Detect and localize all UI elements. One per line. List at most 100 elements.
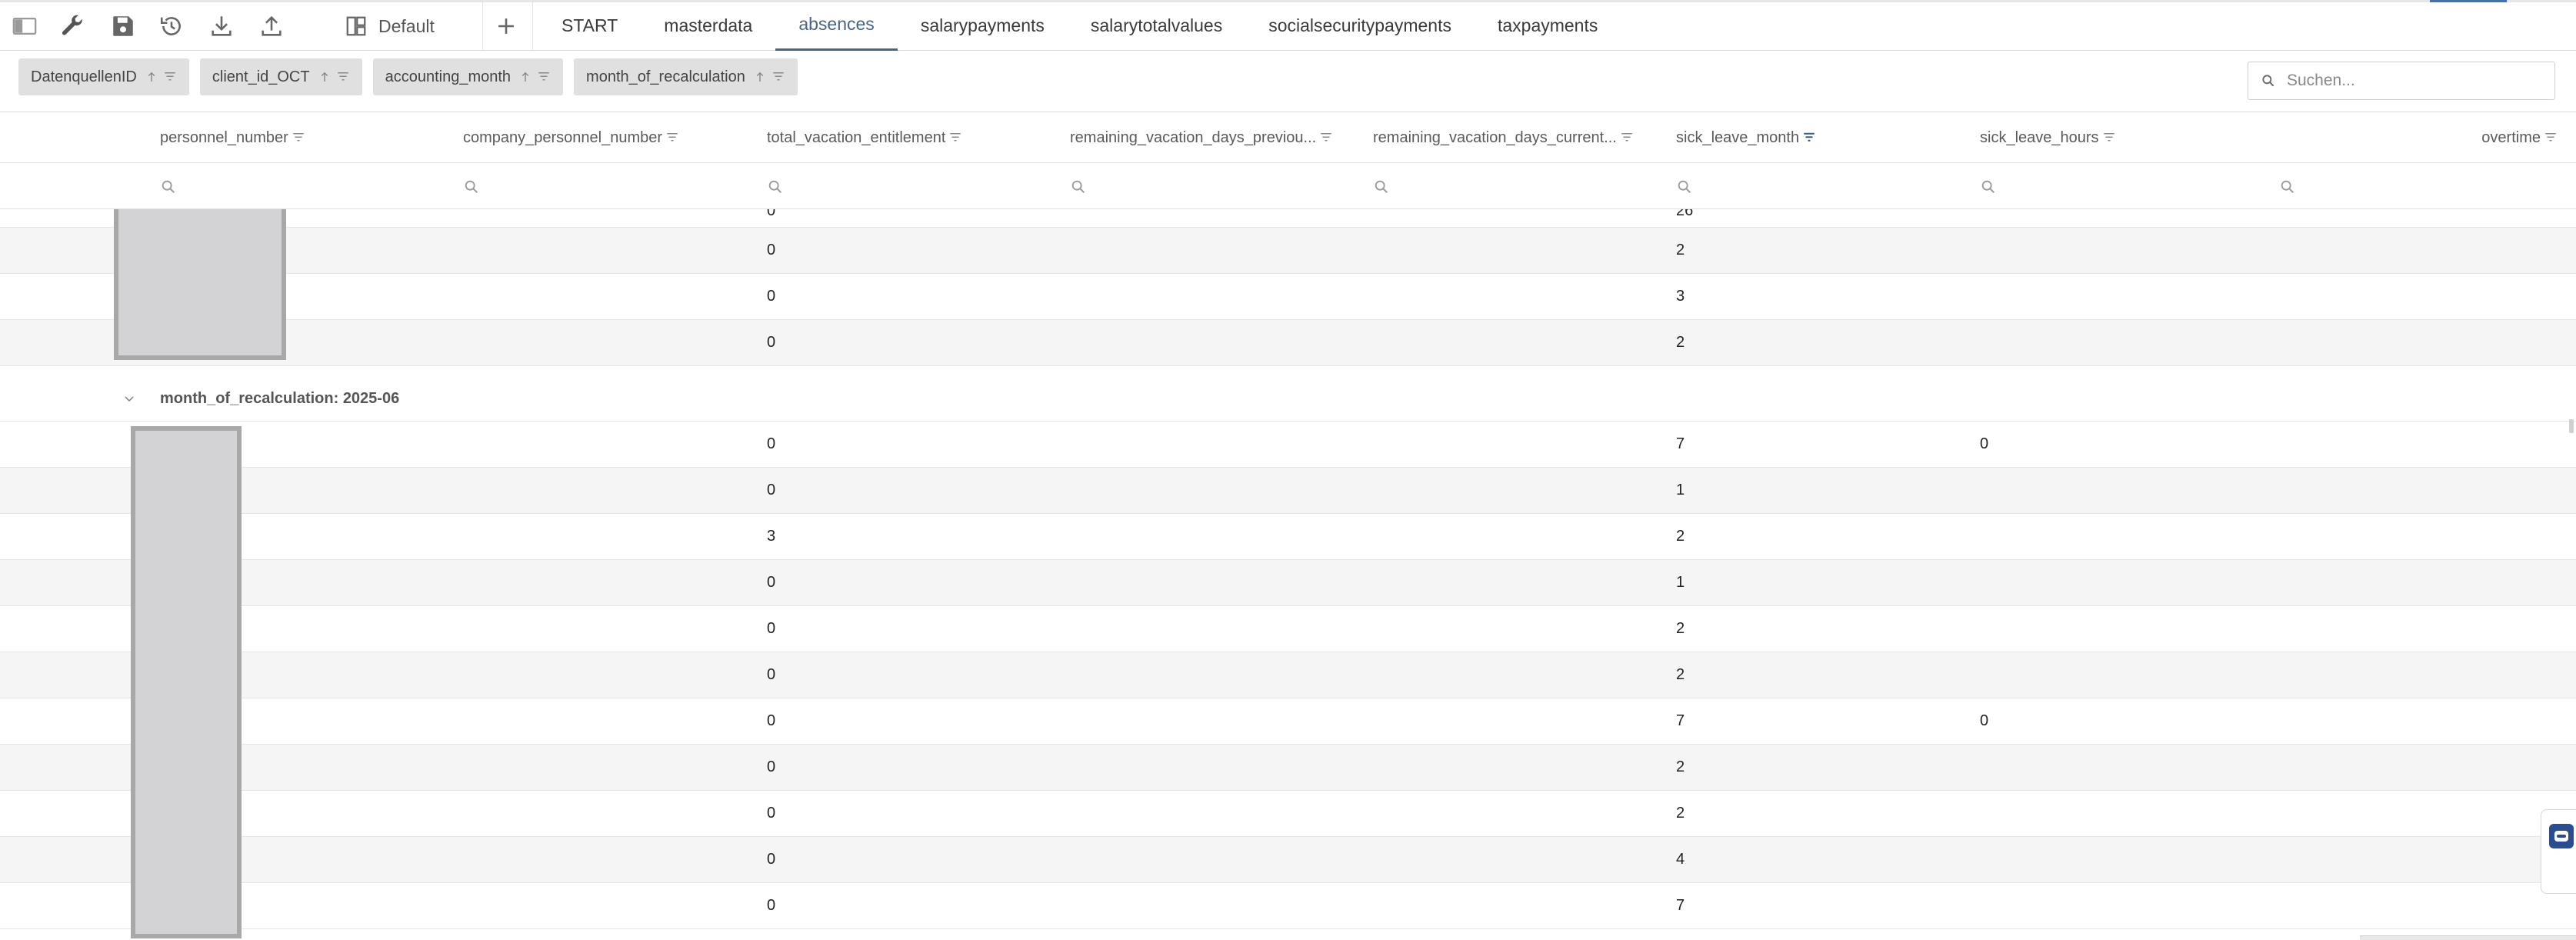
- column-filter-search[interactable]: [2279, 178, 2296, 195]
- layout-selector[interactable]: Default: [345, 11, 435, 42]
- search-icon: [2262, 75, 2274, 87]
- chat-icon[interactable]: [2549, 824, 2574, 848]
- cell-total-vacation-entitlement: 0: [767, 242, 776, 258]
- column-header-remaining-vacation-days-previous[interactable]: remaining_vacation_days_previou...: [1070, 112, 1333, 163]
- plus-icon[interactable]: [491, 11, 522, 42]
- group-chip[interactable]: client_id_OCT: [199, 58, 362, 95]
- sidebar-toggle-icon[interactable]: [9, 11, 40, 42]
- group-chip-label: accounting_month: [385, 68, 512, 85]
- filter-icon[interactable]: [2102, 131, 2116, 145]
- filter-icon[interactable]: [771, 70, 785, 84]
- column-header-label: remaining_vacation_days_previou...: [1070, 128, 1317, 146]
- column-header-total-vacation-entitlement[interactable]: total_vacation_entitlement: [767, 112, 962, 163]
- filter-icon[interactable]: [336, 70, 350, 84]
- column-header-label: personnel_number: [160, 128, 288, 146]
- tab-salarytotalvalues[interactable]: salarytotalvalues: [1068, 0, 1245, 51]
- filter-row: [0, 163, 2576, 209]
- top-border-accent: [2430, 0, 2507, 2]
- sort-arrow-icon[interactable]: [145, 70, 158, 84]
- chevron-down-icon[interactable]: [120, 389, 138, 408]
- table-row[interactable]: 02: [0, 745, 2576, 791]
- tab-absences[interactable]: absences: [775, 0, 898, 51]
- redacted-block: [131, 426, 242, 938]
- group-chip-actions: [318, 70, 350, 84]
- table-row[interactable]: 01: [0, 468, 2576, 514]
- cell-sick-leave-month: 26: [1676, 209, 1694, 219]
- table-row[interactable]: 01: [0, 560, 2576, 606]
- filter-icon[interactable]: [948, 131, 962, 145]
- sort-arrow-icon[interactable]: [518, 70, 532, 84]
- filter-icon[interactable]: [537, 70, 551, 84]
- table-row[interactable]: 0 7 0: [0, 698, 2576, 745]
- filter-icon[interactable]: [1802, 131, 1816, 145]
- cell-total-vacation-entitlement: 0: [767, 805, 776, 822]
- tab-salarypayments[interactable]: salarypayments: [898, 0, 1068, 51]
- group-row[interactable]: month_of_recalculation: 2025-06: [0, 375, 2576, 422]
- group-chip[interactable]: DatenquellenID: [18, 58, 189, 95]
- filter-icon[interactable]: [2544, 131, 2558, 145]
- column-filter-search[interactable]: [1676, 178, 1693, 195]
- table-row[interactable]: 02: [0, 791, 2576, 837]
- tab-socialsecuritypayments[interactable]: socialsecuritypayments: [1245, 0, 1475, 51]
- group-chip[interactable]: accounting_month: [372, 58, 564, 95]
- search-icon: [1071, 180, 1085, 194]
- column-header-sick-leave-month[interactable]: sick_leave_month: [1676, 112, 1816, 163]
- table-row[interactable]: 02: [0, 652, 2576, 698]
- column-filter-search[interactable]: [1373, 178, 1390, 195]
- cell-total-vacation-entitlement: 0: [767, 851, 776, 868]
- column-filter-search[interactable]: [463, 178, 480, 195]
- table-row[interactable]: 0 26: [0, 209, 2576, 228]
- table-row[interactable]: 07: [0, 883, 2576, 929]
- search-field[interactable]: [2248, 62, 2555, 100]
- save-icon[interactable]: [108, 11, 138, 42]
- filter-icon[interactable]: [1319, 131, 1333, 145]
- column-header-label: remaining_vacation_days_current...: [1373, 128, 1617, 146]
- column-header-overtime[interactable]: overtime: [2481, 112, 2558, 163]
- column-filter-search[interactable]: [160, 178, 177, 195]
- group-chip[interactable]: month_of_recalculation: [574, 58, 798, 95]
- column-header-sick-leave-hours[interactable]: sick_leave_hours: [1980, 112, 2116, 163]
- table-row[interactable]: 02: [0, 320, 2576, 366]
- table-row[interactable]: 0 7 0: [0, 422, 2576, 468]
- cell-total-vacation-entitlement: 0: [767, 620, 776, 637]
- filter-icon[interactable]: [665, 131, 679, 145]
- toolbar-divider: [532, 0, 533, 51]
- cell-sick-leave-month: 7: [1676, 897, 1685, 914]
- side-widget[interactable]: [2541, 809, 2576, 894]
- search-icon: [1678, 180, 1691, 194]
- wrench-icon[interactable]: [57, 11, 88, 42]
- filter-icon[interactable]: [292, 131, 305, 145]
- group-chip-actions: [518, 70, 551, 84]
- search-input[interactable]: [2285, 71, 2542, 91]
- column-filter-search[interactable]: [767, 178, 784, 195]
- column-header-remaining-vacation-days-current[interactable]: remaining_vacation_days_current...: [1373, 112, 1634, 163]
- app-window: Default START masterdata absences salary…: [0, 0, 2576, 940]
- cell-total-vacation-entitlement: 0: [767, 574, 776, 591]
- filter-icon[interactable]: [1620, 131, 1634, 145]
- sort-arrow-icon[interactable]: [753, 70, 767, 84]
- column-filter-search[interactable]: [1980, 178, 1997, 195]
- column-header-company-personnel-number[interactable]: company_personnel_number: [463, 112, 679, 163]
- upload-icon[interactable]: [256, 11, 287, 42]
- download-icon[interactable]: [206, 11, 237, 42]
- tab-taxpayments[interactable]: taxpayments: [1475, 0, 1621, 51]
- column-filter-search[interactable]: [1070, 178, 1087, 195]
- scrollbar-thumb[interactable]: [2569, 419, 2574, 433]
- sort-arrow-icon[interactable]: [318, 70, 332, 84]
- search-icon: [2281, 180, 2294, 194]
- history-icon[interactable]: [156, 11, 187, 42]
- column-header-personnel-number[interactable]: personnel_number: [160, 112, 305, 163]
- table-row[interactable]: 02: [0, 228, 2576, 274]
- horizontal-scrollbar[interactable]: [2360, 935, 2576, 940]
- column-header-label: total_vacation_entitlement: [767, 128, 946, 146]
- tab-masterdata[interactable]: masterdata: [641, 0, 775, 51]
- cell-total-vacation-entitlement: 0: [767, 758, 776, 775]
- tab-start[interactable]: START: [538, 0, 641, 51]
- table-row[interactable]: 04: [0, 837, 2576, 883]
- table-row[interactable]: 02: [0, 606, 2576, 652]
- table-row[interactable]: 32: [0, 514, 2576, 560]
- search-icon: [465, 180, 478, 194]
- filter-icon[interactable]: [163, 70, 177, 84]
- table-row[interactable]: 03: [0, 274, 2576, 320]
- group-chip-actions: [753, 70, 785, 84]
